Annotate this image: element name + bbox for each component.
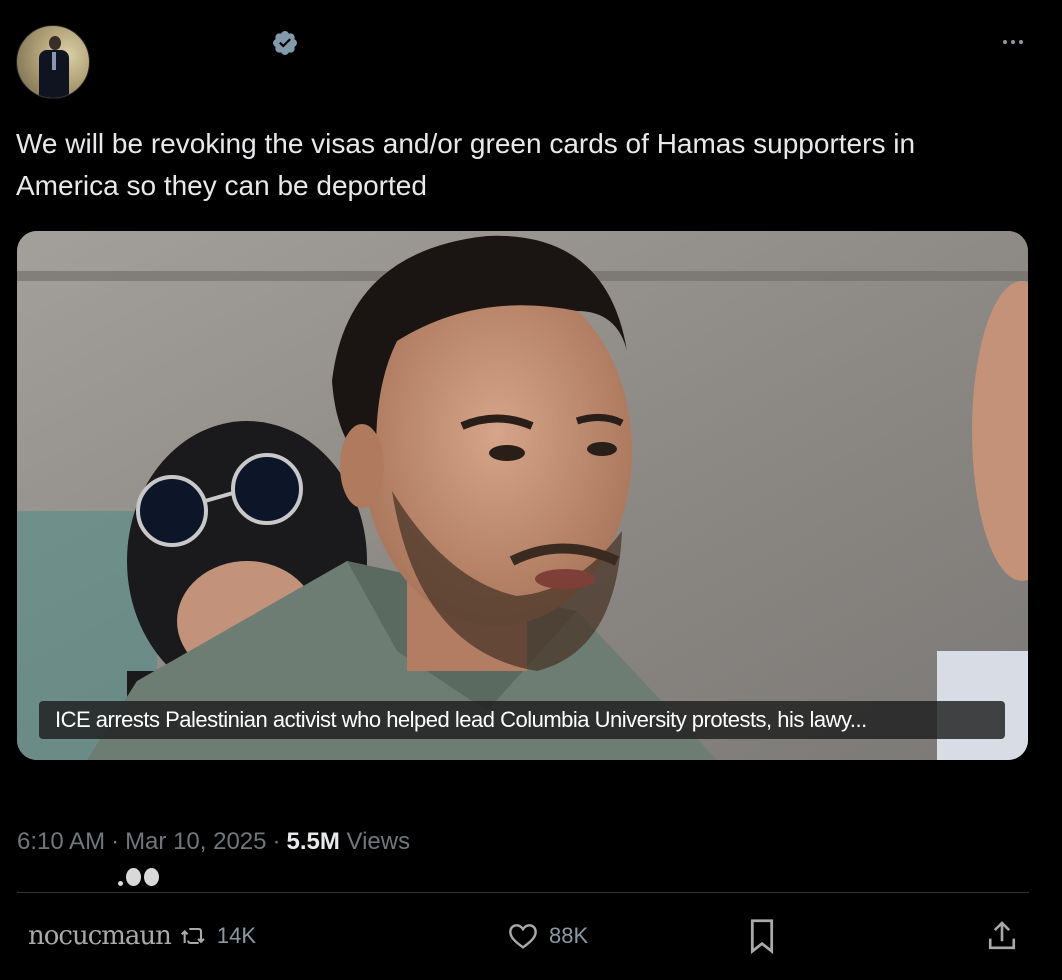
views-label: Views bbox=[346, 828, 411, 855]
media-thumbnail-image bbox=[17, 231, 1028, 760]
tweet-date[interactable]: Mar 10, 2025 bbox=[125, 828, 266, 855]
retweet-garbled-text: nocucmaun bbox=[28, 921, 172, 951]
more-options-icon-dot bbox=[1011, 40, 1015, 44]
more-options-button[interactable] bbox=[996, 28, 1030, 56]
more-options-icon bbox=[1003, 40, 1007, 44]
heart-icon bbox=[509, 924, 537, 949]
bookmark-button[interactable] bbox=[748, 918, 776, 954]
retweet-button[interactable]: nocucmaun 14K bbox=[28, 918, 256, 954]
tweet-time[interactable]: 6:10 AM bbox=[17, 828, 105, 855]
retweet-count: 14K bbox=[216, 923, 257, 948]
divider bbox=[17, 892, 1029, 893]
tweet-text: We will be revoking the visas and/or gre… bbox=[16, 128, 916, 201]
media-caption: ICE arrests Palestinian activist who hel… bbox=[39, 701, 1005, 739]
share-icon bbox=[988, 921, 1016, 950]
avatar-figure-head bbox=[49, 36, 61, 50]
like-button[interactable]: 88K bbox=[505, 918, 588, 954]
like-count: 88K bbox=[549, 923, 589, 948]
tweet-card: We will be revoking the visas and/or gre… bbox=[0, 0, 1062, 980]
more-options-icon-dot bbox=[1019, 40, 1023, 44]
meta-separator: · bbox=[111, 828, 120, 855]
tweet-meta: 6:10 AM · Mar 10, 2025 · 5.5M Views bbox=[17, 828, 410, 856]
dot bbox=[126, 868, 141, 886]
avatar-figure-tie bbox=[52, 52, 56, 70]
meta-dots-artifact bbox=[118, 868, 159, 886]
share-button[interactable] bbox=[986, 918, 1018, 954]
bookmark-icon bbox=[750, 919, 774, 954]
retweet-icon bbox=[180, 927, 205, 945]
author-avatar[interactable] bbox=[16, 25, 90, 99]
dot bbox=[144, 868, 159, 886]
views-count: 5.5M bbox=[286, 828, 340, 855]
dot-small bbox=[118, 881, 123, 886]
meta-separator: · bbox=[272, 828, 281, 855]
media-video-card[interactable]: ICE arrests Palestinian activist who hel… bbox=[17, 231, 1028, 760]
verified-badge-icon bbox=[273, 31, 297, 55]
